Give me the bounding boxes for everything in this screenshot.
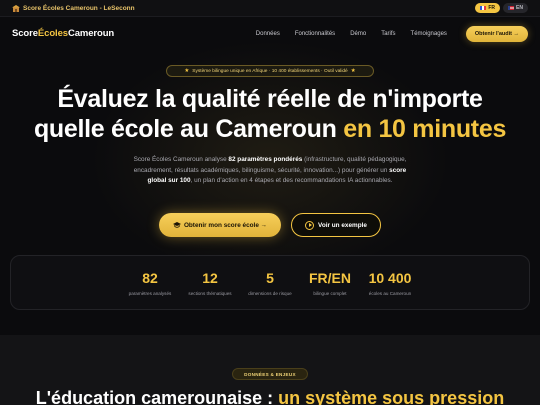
logo[interactable]: ScoreÉcolesCameroun bbox=[12, 28, 114, 39]
get-score-button[interactable]: Obtenir mon score école → bbox=[159, 213, 281, 237]
headline-line-2-gold: en 10 minutes bbox=[343, 115, 507, 143]
top-bar: Score Écoles Cameroun - LeSeconn FR EN bbox=[0, 0, 540, 17]
get-score-label: Obtenir mon score école → bbox=[183, 221, 268, 229]
school-icon bbox=[12, 4, 20, 12]
stat-value: 12 bbox=[202, 270, 218, 286]
see-example-button[interactable]: Voir un exemple bbox=[291, 213, 381, 237]
lang-en-button[interactable]: EN bbox=[503, 3, 528, 13]
graduation-cap-icon bbox=[172, 222, 181, 228]
desc-bold-1: 82 paramètres pondérés bbox=[228, 156, 303, 163]
stat-item: 5 dimensions de risque bbox=[240, 269, 300, 296]
play-icon bbox=[305, 220, 315, 230]
stat-value: 82 bbox=[142, 270, 158, 286]
headline-line-2-white: quelle école au Cameroun bbox=[33, 115, 337, 143]
desc-part-1: Score Écoles Cameroun analyse bbox=[133, 156, 229, 163]
logo-part-cameroun: Cameroun bbox=[67, 28, 115, 39]
stat-item: 12 sections thématiques bbox=[180, 269, 240, 296]
nav-link-fonctionnalites[interactable]: Fonctionnalités bbox=[295, 31, 335, 37]
stat-value: FR/EN bbox=[309, 270, 351, 286]
stat-item: 10 400 écoles au Cameroun bbox=[360, 269, 420, 296]
hero-badge-text: Système bilingue unique en Afrique · 10 … bbox=[192, 68, 348, 74]
stat-value: 5 bbox=[266, 270, 274, 286]
stat-item: 82 paramètres analysés bbox=[120, 269, 180, 296]
star-icon: ★ bbox=[184, 68, 190, 74]
main-nav: ScoreÉcolesCameroun Données Fonctionnali… bbox=[0, 17, 540, 50]
stat-item: FR/EN bilingue complet bbox=[300, 269, 360, 296]
window-title-text: Score Écoles Cameroun - LeSeconn bbox=[23, 4, 135, 12]
hero-badge: ★ Système bilingue unique en Afrique · 1… bbox=[166, 65, 374, 77]
nav-link-tarifs[interactable]: Tarifs bbox=[381, 31, 395, 37]
nav-links: Données Fonctionnalités Démo Tarifs Témo… bbox=[256, 25, 528, 42]
section-tag: DONNÉES & ENJEUX bbox=[232, 368, 308, 380]
see-example-label: Voir un exemple bbox=[318, 221, 367, 229]
headline-line-1: Évaluez la qualité réelle de n'importe bbox=[57, 85, 483, 113]
flag-fr-icon bbox=[480, 6, 487, 10]
hero-description: Score Écoles Cameroun analyse 82 paramèt… bbox=[128, 155, 412, 187]
section-title-gold: un système sous pression bbox=[278, 388, 505, 405]
stat-label: paramètres analysés bbox=[128, 291, 172, 296]
logo-part-score: Score bbox=[12, 28, 38, 39]
nav-link-demo[interactable]: Démo bbox=[350, 31, 366, 37]
nav-link-donnees[interactable]: Données bbox=[256, 31, 280, 37]
logo-part-ecoles: Écoles bbox=[37, 28, 68, 39]
lang-fr-button[interactable]: FR bbox=[475, 3, 501, 13]
stat-label: bilingue complet bbox=[313, 291, 347, 296]
stat-label: écoles au Cameroun bbox=[368, 291, 412, 296]
stats-panel: 82 paramètres analysés 12 sections théma… bbox=[10, 255, 530, 310]
desc-part-3: , un plan d'action en 4 étapes et des re… bbox=[190, 177, 393, 184]
nav-link-temoignages[interactable]: Témoignages bbox=[411, 31, 447, 37]
lang-en-label: EN bbox=[516, 5, 523, 11]
language-switcher: FR EN bbox=[475, 3, 528, 13]
star-icon: ★ bbox=[350, 68, 356, 74]
hero-headline: Évaluez la qualité réelle de n'importe q… bbox=[0, 84, 540, 144]
stat-value: 10 400 bbox=[368, 270, 412, 286]
headline-line-2: quelle école au Cameroun en 10 minutes bbox=[0, 114, 540, 144]
stat-label: sections thématiques bbox=[188, 291, 232, 296]
window-title: Score Écoles Cameroun - LeSeconn bbox=[12, 4, 135, 12]
lang-fr-label: FR bbox=[488, 5, 496, 11]
stat-label: dimensions de risque bbox=[248, 291, 292, 296]
get-audit-button[interactable]: Obtenir l'audit → bbox=[465, 25, 528, 42]
flag-en-icon bbox=[508, 6, 515, 10]
section-title-white: L'éducation camerounaise : bbox=[35, 388, 279, 405]
section-title: L'éducation camerounaise : un système so… bbox=[0, 387, 540, 405]
